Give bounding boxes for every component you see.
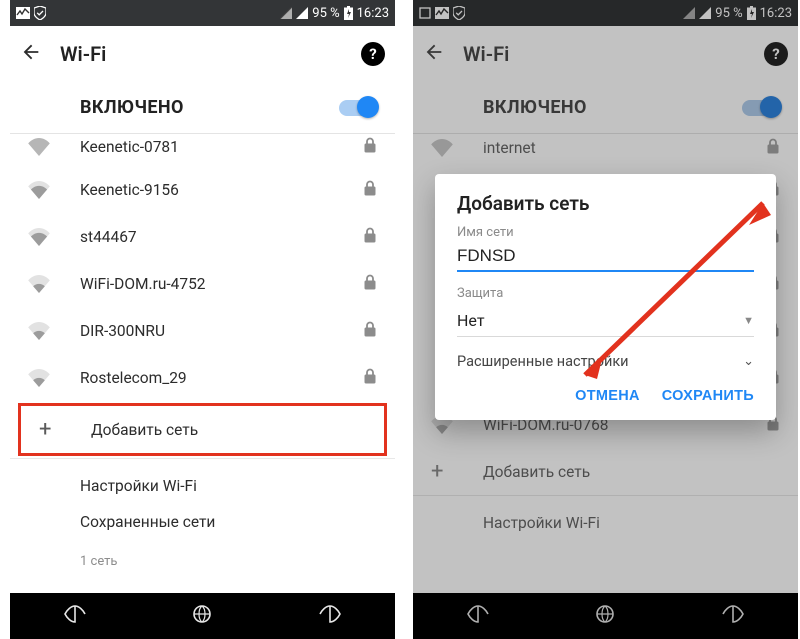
app-bar: Wi-Fi ? bbox=[10, 26, 395, 82]
network-name: internet bbox=[483, 139, 766, 157]
chevron-down-icon: ⌄ bbox=[743, 354, 754, 369]
phone-left: 95 % 16:23 Wi-Fi ? ВКЛЮЧЕНО Keenetic-078… bbox=[10, 0, 395, 639]
signal-icon bbox=[296, 7, 308, 19]
saved-networks-count: 1 сеть bbox=[80, 554, 117, 569]
enabled-label: ВКЛЮЧЕНО bbox=[80, 97, 339, 118]
nav-home-icon[interactable] bbox=[191, 603, 213, 629]
status-bar: 95 % 16:23 bbox=[413, 0, 798, 26]
network-name: Keenetic-0781 bbox=[80, 138, 363, 156]
navigation-bar bbox=[413, 593, 798, 639]
lock-icon bbox=[363, 227, 377, 247]
navigation-bar bbox=[10, 593, 395, 639]
shield-icon bbox=[453, 6, 465, 20]
nav-recents-icon[interactable] bbox=[316, 604, 344, 628]
help-icon[interactable]: ? bbox=[361, 42, 385, 66]
plus-icon: + bbox=[39, 419, 79, 441]
graph-icon bbox=[16, 7, 30, 19]
network-row[interactable]: WiFi-DOM.ru-4752 bbox=[10, 260, 395, 307]
network-row[interactable]: Rostelecom_29 bbox=[10, 354, 395, 401]
nav-home-icon[interactable] bbox=[594, 603, 616, 629]
wifi-icon bbox=[431, 139, 471, 157]
back-icon[interactable] bbox=[20, 41, 42, 67]
network-row[interactable]: Keenetic-9156 bbox=[10, 166, 395, 213]
help-icon[interactable]: ? bbox=[764, 42, 788, 66]
lock-icon bbox=[363, 180, 377, 200]
network-name-input[interactable] bbox=[457, 240, 754, 272]
screenshot-icon bbox=[419, 7, 431, 19]
add-network-highlight: + Добавить сеть bbox=[18, 403, 387, 456]
clock-text: 16:23 bbox=[760, 6, 792, 21]
add-network-row[interactable]: + Добавить сеть bbox=[413, 448, 798, 495]
signal-icon bbox=[699, 7, 711, 19]
network-name: Rostelecom_29 bbox=[80, 369, 363, 387]
advanced-settings-row[interactable]: Расширенные настройки ⌄ bbox=[457, 337, 754, 382]
lock-icon bbox=[363, 274, 377, 294]
saved-networks-row[interactable]: Сохраненные сети 1 сеть bbox=[10, 513, 395, 569]
wifi-icon bbox=[28, 228, 68, 246]
save-button[interactable]: СОХРАНИТЬ bbox=[662, 388, 754, 404]
wifi-icon bbox=[28, 322, 68, 340]
nav-recents-icon[interactable] bbox=[719, 604, 747, 628]
page-title: Wi-Fi bbox=[60, 42, 343, 66]
shield-icon bbox=[34, 6, 46, 20]
battery-text: 95 % bbox=[312, 6, 339, 21]
add-network-dialog: Добавить сеть Имя сети Защита Нет ▼ Расш… bbox=[435, 174, 776, 420]
page-title: Wi-Fi bbox=[463, 42, 746, 66]
lock-icon bbox=[766, 138, 780, 158]
network-name: Keenetic-9156 bbox=[80, 181, 363, 199]
no-sim-icon bbox=[683, 7, 695, 19]
cancel-button[interactable]: ОТМЕНА bbox=[575, 388, 640, 404]
nav-back-icon[interactable] bbox=[464, 604, 492, 628]
wifi-icon bbox=[28, 138, 68, 156]
battery-text: 95 % bbox=[715, 6, 742, 21]
dialog-title: Добавить сеть bbox=[457, 192, 754, 215]
plus-icon: + bbox=[431, 461, 471, 483]
battery-icon bbox=[344, 6, 353, 20]
wifi-enabled-row[interactable]: ВКЛЮЧЕНО bbox=[413, 82, 798, 134]
add-network-label: Добавить сеть bbox=[483, 463, 780, 481]
status-bar: 95 % 16:23 bbox=[10, 0, 395, 26]
network-list: Keenetic-0781 Keenetic-9156 st44467 bbox=[10, 134, 395, 639]
wifi-settings-label: Настройки Wi-Fi bbox=[80, 477, 377, 495]
saved-networks-label: Сохраненные сети bbox=[80, 513, 215, 552]
dropdown-icon: ▼ bbox=[743, 314, 754, 327]
wifi-icon bbox=[28, 275, 68, 293]
wifi-settings-row[interactable]: Настройки Wi-Fi bbox=[413, 496, 798, 550]
wifi-settings-label: Настройки Wi-Fi bbox=[483, 514, 780, 532]
wifi-icon bbox=[28, 181, 68, 199]
wifi-settings-row[interactable]: Настройки Wi-Fi bbox=[10, 459, 395, 513]
dialog-actions: ОТМЕНА СОХРАНИТЬ bbox=[457, 382, 754, 412]
wifi-toggle[interactable] bbox=[339, 100, 377, 116]
network-name: WiFi-DOM.ru-4752 bbox=[80, 275, 363, 293]
no-sim-icon bbox=[280, 7, 292, 19]
security-value: Нет bbox=[457, 311, 485, 330]
security-select[interactable]: Нет ▼ bbox=[457, 303, 754, 337]
app-bar: Wi-Fi ? bbox=[413, 26, 798, 82]
wifi-enabled-row[interactable]: ВКЛЮЧЕНО bbox=[10, 82, 395, 134]
wifi-icon bbox=[28, 369, 68, 387]
network-name-label: Имя сети bbox=[457, 225, 754, 240]
back-icon[interactable] bbox=[423, 41, 445, 67]
security-label: Защита bbox=[457, 286, 754, 301]
network-name: DIR-300NRU bbox=[80, 322, 363, 340]
add-network-row[interactable]: + Добавить сеть bbox=[21, 406, 384, 453]
network-row[interactable]: Keenetic-0781 bbox=[10, 134, 395, 166]
network-row[interactable]: st44467 bbox=[10, 213, 395, 260]
network-row[interactable]: internet bbox=[413, 134, 798, 166]
enabled-label: ВКЛЮЧЕНО bbox=[483, 97, 742, 118]
battery-icon bbox=[747, 6, 756, 20]
lock-icon bbox=[363, 368, 377, 388]
lock-icon bbox=[363, 137, 377, 157]
wifi-toggle[interactable] bbox=[742, 100, 780, 116]
add-network-label: Добавить сеть bbox=[91, 421, 366, 439]
nav-back-icon[interactable] bbox=[61, 604, 89, 628]
advanced-label: Расширенные настройки bbox=[457, 353, 629, 370]
phone-right: 95 % 16:23 Wi-Fi ? ВКЛЮЧЕНО internet WiF… bbox=[413, 0, 798, 639]
lock-icon bbox=[363, 321, 377, 341]
network-row[interactable]: DIR-300NRU bbox=[10, 307, 395, 354]
clock-text: 16:23 bbox=[357, 6, 389, 21]
network-name: st44467 bbox=[80, 228, 363, 246]
graph-icon bbox=[435, 7, 449, 19]
